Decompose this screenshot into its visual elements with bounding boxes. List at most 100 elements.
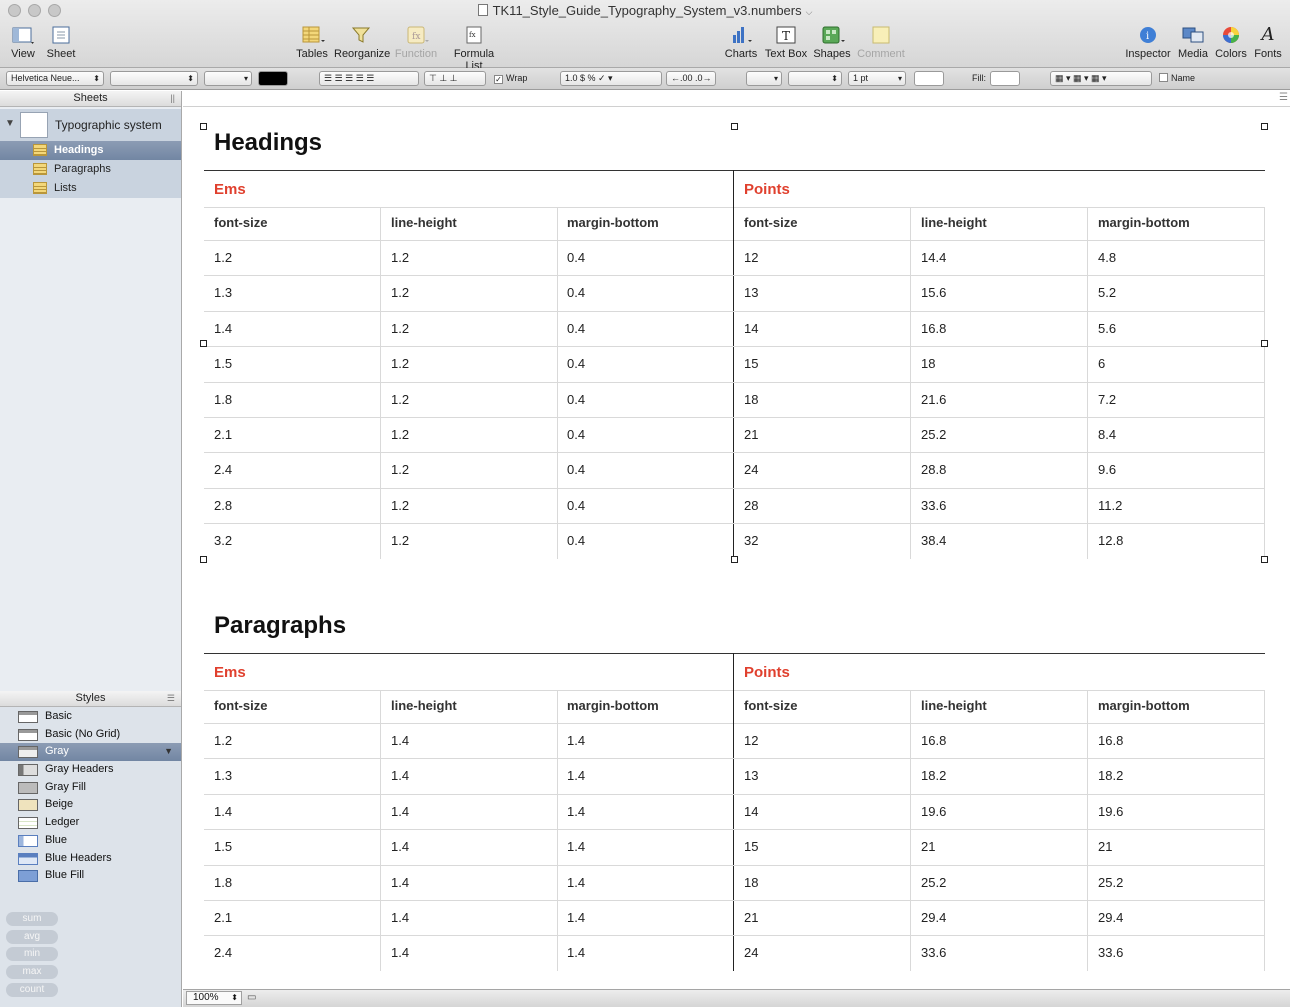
table-cell[interactable]: 9.6 <box>1098 462 1116 477</box>
table-cell[interactable]: 0.4 <box>567 356 585 371</box>
reorganize-button[interactable]: Reorganize <box>334 24 390 64</box>
table-cell[interactable]: 1.4 <box>391 733 409 748</box>
function-button[interactable]: fx Function <box>394 24 438 64</box>
sheet-table-headings[interactable]: Headings <box>0 141 181 160</box>
table-cell[interactable]: 28.8 <box>921 462 946 477</box>
table-cell[interactable]: 15 <box>744 839 758 854</box>
table-cell[interactable]: 1.5 <box>214 839 232 854</box>
text-box-button[interactable]: T Text Box <box>764 24 808 64</box>
tables-button[interactable]: Tables <box>293 24 331 64</box>
wrap-checkbox[interactable]: ✓ Wrap <box>494 73 527 84</box>
style-item[interactable]: Gray Headers <box>0 761 181 779</box>
style-item[interactable]: Ledger <box>0 814 181 832</box>
table-cell[interactable]: 0.4 <box>567 498 585 513</box>
table-cell[interactable]: 1.4 <box>391 768 409 783</box>
table-cell[interactable]: 1.8 <box>214 392 232 407</box>
text-alignment-buttons[interactable]: ☰ ☰ ☰ ☰ ☰ <box>319 71 419 86</box>
font-size-select[interactable]: ▾ <box>204 71 252 86</box>
table-paragraphs[interactable]: Paragraphs Ems Points font-size line-height m… <box>204 610 1265 988</box>
column-header[interactable]: line-height <box>921 698 987 713</box>
sum-function[interactable]: sum <box>6 912 58 926</box>
sheet-table-lists[interactable]: Lists <box>0 179 181 198</box>
table-cell[interactable]: 1.8 <box>214 875 232 890</box>
table-cell[interactable]: 0.4 <box>567 392 585 407</box>
shapes-button[interactable]: Shapes <box>812 24 852 64</box>
cell-border-select[interactable]: ▾ <box>746 71 782 86</box>
table-cell[interactable]: 1.4 <box>567 910 585 925</box>
table-cell[interactable]: 25.2 <box>1098 875 1123 890</box>
table-cell[interactable]: 1.2 <box>391 427 409 442</box>
table-cell[interactable]: 2.1 <box>214 427 232 442</box>
style-item[interactable]: Blue Fill <box>0 867 181 885</box>
table-cell[interactable]: 0.4 <box>567 321 585 336</box>
media-button[interactable]: Media <box>1176 24 1210 64</box>
table-cell[interactable]: 29.4 <box>921 910 946 925</box>
column-header[interactable]: line-height <box>391 215 457 230</box>
table-cell[interactable]: 1.4 <box>391 804 409 819</box>
table-cell[interactable]: 16.8 <box>1098 733 1123 748</box>
table-cell[interactable]: 21 <box>921 839 935 854</box>
table-cell[interactable]: 1.4 <box>391 875 409 890</box>
table-cell[interactable]: 8.4 <box>1098 427 1116 442</box>
table-cell[interactable]: 14 <box>744 804 758 819</box>
sheet-button[interactable]: Sheet <box>44 24 78 64</box>
table-cell[interactable]: 18 <box>744 875 758 890</box>
column-header[interactable]: font-size <box>744 215 797 230</box>
decimal-buttons[interactable]: ←.00 .0→ <box>666 71 716 86</box>
colors-button[interactable]: Colors <box>1214 24 1248 64</box>
disclosure-triangle-icon[interactable]: ▼ <box>5 118 15 129</box>
table-cell[interactable]: 18.2 <box>1098 768 1123 783</box>
column-header[interactable]: line-height <box>391 698 457 713</box>
table-cell[interactable]: 25.2 <box>921 427 946 442</box>
table-cell[interactable]: 0.4 <box>567 250 585 265</box>
selection-handle[interactable] <box>1261 123 1268 130</box>
style-item[interactable]: Blue <box>0 832 181 850</box>
selection-handle[interactable] <box>200 340 207 347</box>
style-item[interactable]: Gray ▼ <box>0 743 181 762</box>
selection-handle[interactable] <box>1261 556 1268 563</box>
column-header[interactable]: font-size <box>214 215 267 230</box>
font-style-select[interactable]: ⬍ <box>110 71 198 86</box>
table-cell[interactable]: 14 <box>744 321 758 336</box>
number-format-buttons[interactable]: 1.0 $ % ✓ ▾ <box>560 71 662 86</box>
table-cell[interactable]: 1.3 <box>214 768 232 783</box>
sheet-table-paragraphs[interactable]: Paragraphs <box>0 160 181 179</box>
table-cell[interactable]: 0.4 <box>567 427 585 442</box>
table-cell[interactable]: 21 <box>744 427 758 442</box>
table-cell[interactable]: 16.8 <box>921 733 946 748</box>
table-cell[interactable]: 24 <box>744 945 758 960</box>
table-cell[interactable]: 33.6 <box>921 498 946 513</box>
page-view-icon[interactable]: ▭ <box>247 992 256 1003</box>
table-cell[interactable]: 2.4 <box>214 462 232 477</box>
table-cell[interactable]: 1.4 <box>391 945 409 960</box>
formula-list-button[interactable]: fx Formula List <box>444 24 504 72</box>
table-cell[interactable]: 12.8 <box>1098 533 1123 548</box>
table-cell[interactable]: 1.4 <box>214 804 232 819</box>
table-cell[interactable]: 1.2 <box>391 462 409 477</box>
name-checkbox[interactable]: Name <box>1159 73 1195 83</box>
table-cell[interactable]: 3.2 <box>214 533 232 548</box>
text-color-well[interactable] <box>258 71 288 86</box>
table-cell[interactable]: 19.6 <box>921 804 946 819</box>
min-function[interactable]: min <box>6 947 58 961</box>
table-cell[interactable]: 0.4 <box>567 462 585 477</box>
table-cell[interactable]: 5.6 <box>1098 321 1116 336</box>
table-cell[interactable]: 33.6 <box>1098 945 1123 960</box>
style-item[interactable]: Basic <box>0 708 181 726</box>
table-cell[interactable]: 1.2 <box>214 250 232 265</box>
document-name[interactable]: TK11_Style_Guide_Typography_System_v3.nu… <box>493 3 802 18</box>
table-cell[interactable]: 1.4 <box>567 875 585 890</box>
table-cell[interactable]: 18 <box>744 392 758 407</box>
column-header[interactable]: margin-bottom <box>567 215 659 230</box>
style-item[interactable]: Beige <box>0 796 181 814</box>
selection-handle[interactable] <box>200 123 207 130</box>
table-cell[interactable]: 1.2 <box>214 733 232 748</box>
table-cell[interactable]: 1.4 <box>391 910 409 925</box>
fonts-button[interactable]: A Fonts <box>1252 24 1284 64</box>
column-header[interactable]: margin-bottom <box>1098 698 1190 713</box>
table-cell[interactable]: 1.4 <box>567 945 585 960</box>
column-header[interactable]: font-size <box>744 698 797 713</box>
table-cell[interactable]: 24 <box>744 462 758 477</box>
table-cell[interactable]: 1.2 <box>391 356 409 371</box>
count-function[interactable]: count <box>6 983 58 997</box>
